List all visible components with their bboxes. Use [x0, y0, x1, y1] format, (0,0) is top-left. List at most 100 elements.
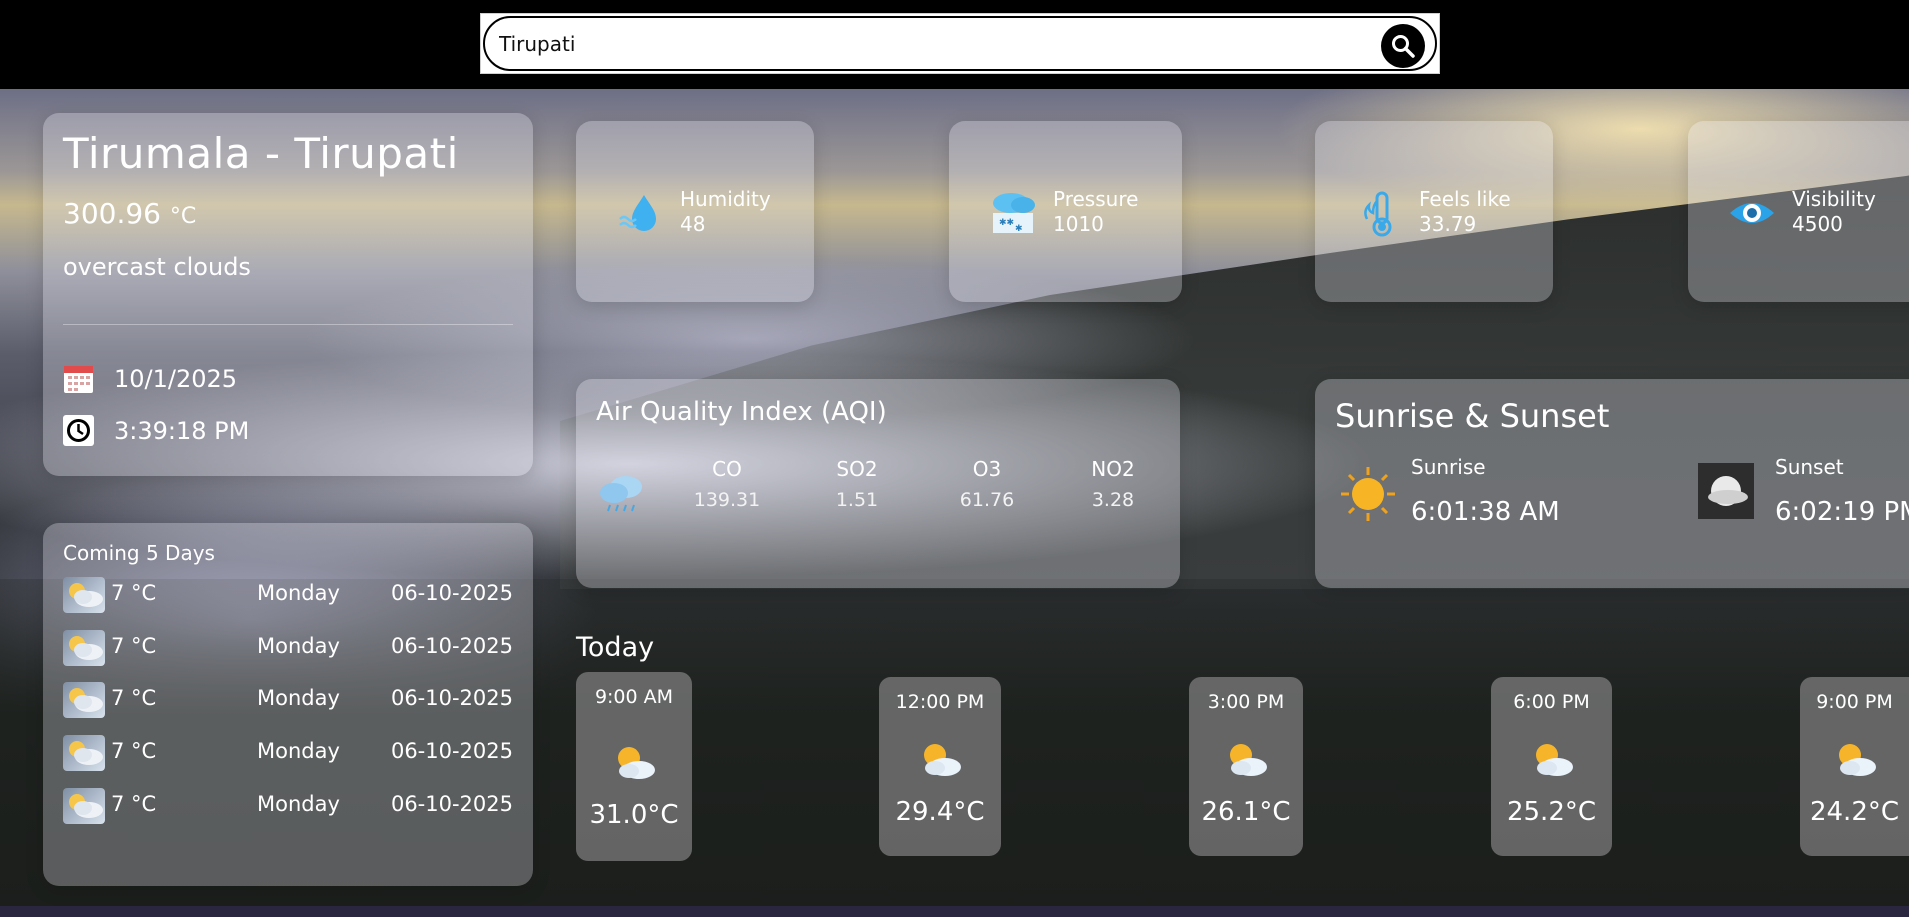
hour-time: 6:00 PM — [1513, 691, 1590, 713]
forecast-row: 7 °C Monday 06-10-2025 — [63, 577, 513, 613]
forecast-day: Monday — [257, 686, 340, 710]
visibility-value: 4500 — [1792, 212, 1843, 236]
feels-like-label: Feels like — [1419, 187, 1511, 211]
svg-text:✱: ✱ — [1015, 224, 1023, 234]
aqi-name: SO2 — [836, 457, 878, 481]
partly-cloudy-icon — [924, 744, 961, 776]
current-date: 10/1/2025 — [114, 364, 238, 393]
aqi-item-no2: NO2 3.28 — [1068, 457, 1158, 511]
aqi-item-so2: SO2 1.51 — [812, 457, 902, 511]
pressure-icon: ✱✱✱ — [993, 193, 1035, 234]
hour-temp: 24.2°C — [1809, 797, 1900, 827]
feels-like-value: 33.79 — [1419, 212, 1477, 236]
humidity-value: 48 — [680, 212, 706, 236]
forecast-temp: 7 °C — [111, 739, 157, 763]
partly-cloudy-icon — [1535, 744, 1573, 776]
today-label: Today — [576, 632, 655, 663]
city-name: Tirumala - Tirupati — [63, 129, 459, 178]
partly-cloudy-icon — [63, 735, 105, 771]
hour-card: 6:00 PM 25.2°C — [1491, 677, 1612, 856]
search-field-container — [483, 16, 1437, 71]
sunrise-label: Sunrise — [1411, 455, 1486, 479]
svg-text:✱✱: ✱✱ — [999, 218, 1014, 228]
forecast-temp: 7 °C — [111, 686, 157, 710]
hour-temp: 25.2°C — [1506, 797, 1597, 827]
pressure-card: ✱✱ ✱ Pressure 1010 — [949, 121, 1182, 302]
aqi-name: O3 — [972, 457, 1002, 481]
search-input[interactable] — [499, 28, 1359, 60]
search-button[interactable] — [1381, 24, 1425, 68]
partly-cloudy-icon — [63, 630, 105, 666]
current-time: 3:39:18 PM — [114, 416, 250, 445]
visibility-card: Visibility 4500 — [1688, 121, 1909, 302]
partly-cloudy-icon — [1838, 744, 1876, 776]
forecast-date: 06-10-2025 — [390, 686, 513, 710]
hour-time: 9:00 PM — [1816, 691, 1893, 713]
forecast-day: Monday — [257, 581, 340, 605]
sunrise-time: 6:01:38 AM — [1411, 497, 1560, 527]
forecast-temp: 7 °C — [111, 581, 157, 605]
time-row: 3:39:18 PM — [63, 415, 249, 446]
forecast-day: Monday — [257, 634, 340, 658]
aqi-name: NO2 — [1091, 457, 1135, 481]
forecast-date: 06-10-2025 — [390, 792, 513, 816]
partly-cloudy-icon — [618, 747, 655, 779]
partly-cloudy-icon — [63, 577, 105, 613]
sunrise-sunset-card: Sunrise & Sunset Sunrise 6:01:38 AM Suns… — [1315, 379, 1909, 588]
sunset-time: 6:02:19 PM — [1775, 497, 1909, 527]
forecast-temp: 7 °C — [111, 634, 157, 658]
hour-temp: 31.0°C — [589, 800, 679, 830]
aqi-card: Air Quality Index (AQI) CO 139.31 SO2 1.… — [576, 379, 1180, 588]
forecast-date: 06-10-2025 — [390, 634, 513, 658]
aqi-item-co: CO 139.31 — [682, 457, 772, 511]
top-bar — [0, 0, 1909, 89]
forecast-row: 7 °C Monday 06-10-2025 — [63, 735, 513, 771]
partly-cloudy-icon — [63, 788, 105, 824]
partly-cloudy-icon — [1230, 744, 1267, 776]
pressure-label: Pressure — [1053, 187, 1139, 211]
divider — [63, 324, 513, 325]
forecast-day: Monday — [257, 739, 340, 763]
forecast-temp: 7 °C — [111, 792, 157, 816]
visibility-label: Visibility — [1792, 187, 1876, 211]
sun-title: Sunrise & Sunset — [1335, 397, 1610, 435]
feels-like-card: Feels like 33.79 — [1315, 121, 1553, 302]
temperature-unit: °C — [169, 204, 197, 229]
weather-description: overcast clouds — [63, 253, 251, 281]
forecast-title: Coming 5 Days — [63, 541, 215, 565]
hour-card: 12:00 PM 29.4°C — [879, 677, 1001, 856]
search-bar — [480, 13, 1440, 74]
humidity-card: Humidity 48 — [576, 121, 814, 302]
hour-card: 9:00 AM 31.0°C — [576, 672, 692, 861]
hour-card: 3:00 PM 26.1°C — [1189, 677, 1303, 856]
clock-icon — [63, 415, 94, 446]
aqi-name: CO — [712, 457, 742, 481]
hour-time: 3:00 PM — [1207, 691, 1285, 713]
humidity-icon — [619, 195, 656, 231]
aqi-value: 139.31 — [693, 489, 761, 511]
current-temperature: 300.96 °C — [63, 197, 196, 230]
taskbar-strip — [0, 906, 1909, 917]
forecast-date: 06-10-2025 — [390, 581, 513, 605]
aqi-value: 61.76 — [959, 489, 1015, 511]
moon-icon — [1698, 463, 1754, 519]
calendar-icon — [64, 366, 93, 393]
sunset-label: Sunset — [1775, 455, 1844, 479]
aqi-item-o3: O3 61.76 — [942, 457, 1032, 511]
date-row: 10/1/2025 — [63, 363, 237, 394]
hour-time: 9:00 AM — [594, 686, 674, 708]
forecast-row: 7 °C Monday 06-10-2025 — [63, 788, 513, 824]
search-icon — [1392, 35, 1415, 58]
forecast-day: Monday — [257, 792, 340, 816]
cloud-rain-icon — [600, 476, 642, 512]
eye-icon — [1730, 203, 1774, 223]
forecast-row: 7 °C Monday 06-10-2025 — [63, 630, 513, 666]
hour-temp: 26.1°C — [1201, 797, 1291, 827]
forecast-card: Coming 5 Days 7 °C Monday 06-10-2025 7 °… — [43, 523, 533, 886]
aqi-value: 3.28 — [1091, 489, 1135, 511]
thermometer-icon — [1364, 191, 1392, 237]
sun-icon — [1341, 467, 1395, 521]
aqi-value: 1.51 — [835, 489, 879, 511]
humidity-label: Humidity — [680, 187, 771, 211]
current-weather-card: Tirumala - Tirupati 300.96 °C overcast c… — [43, 113, 533, 476]
